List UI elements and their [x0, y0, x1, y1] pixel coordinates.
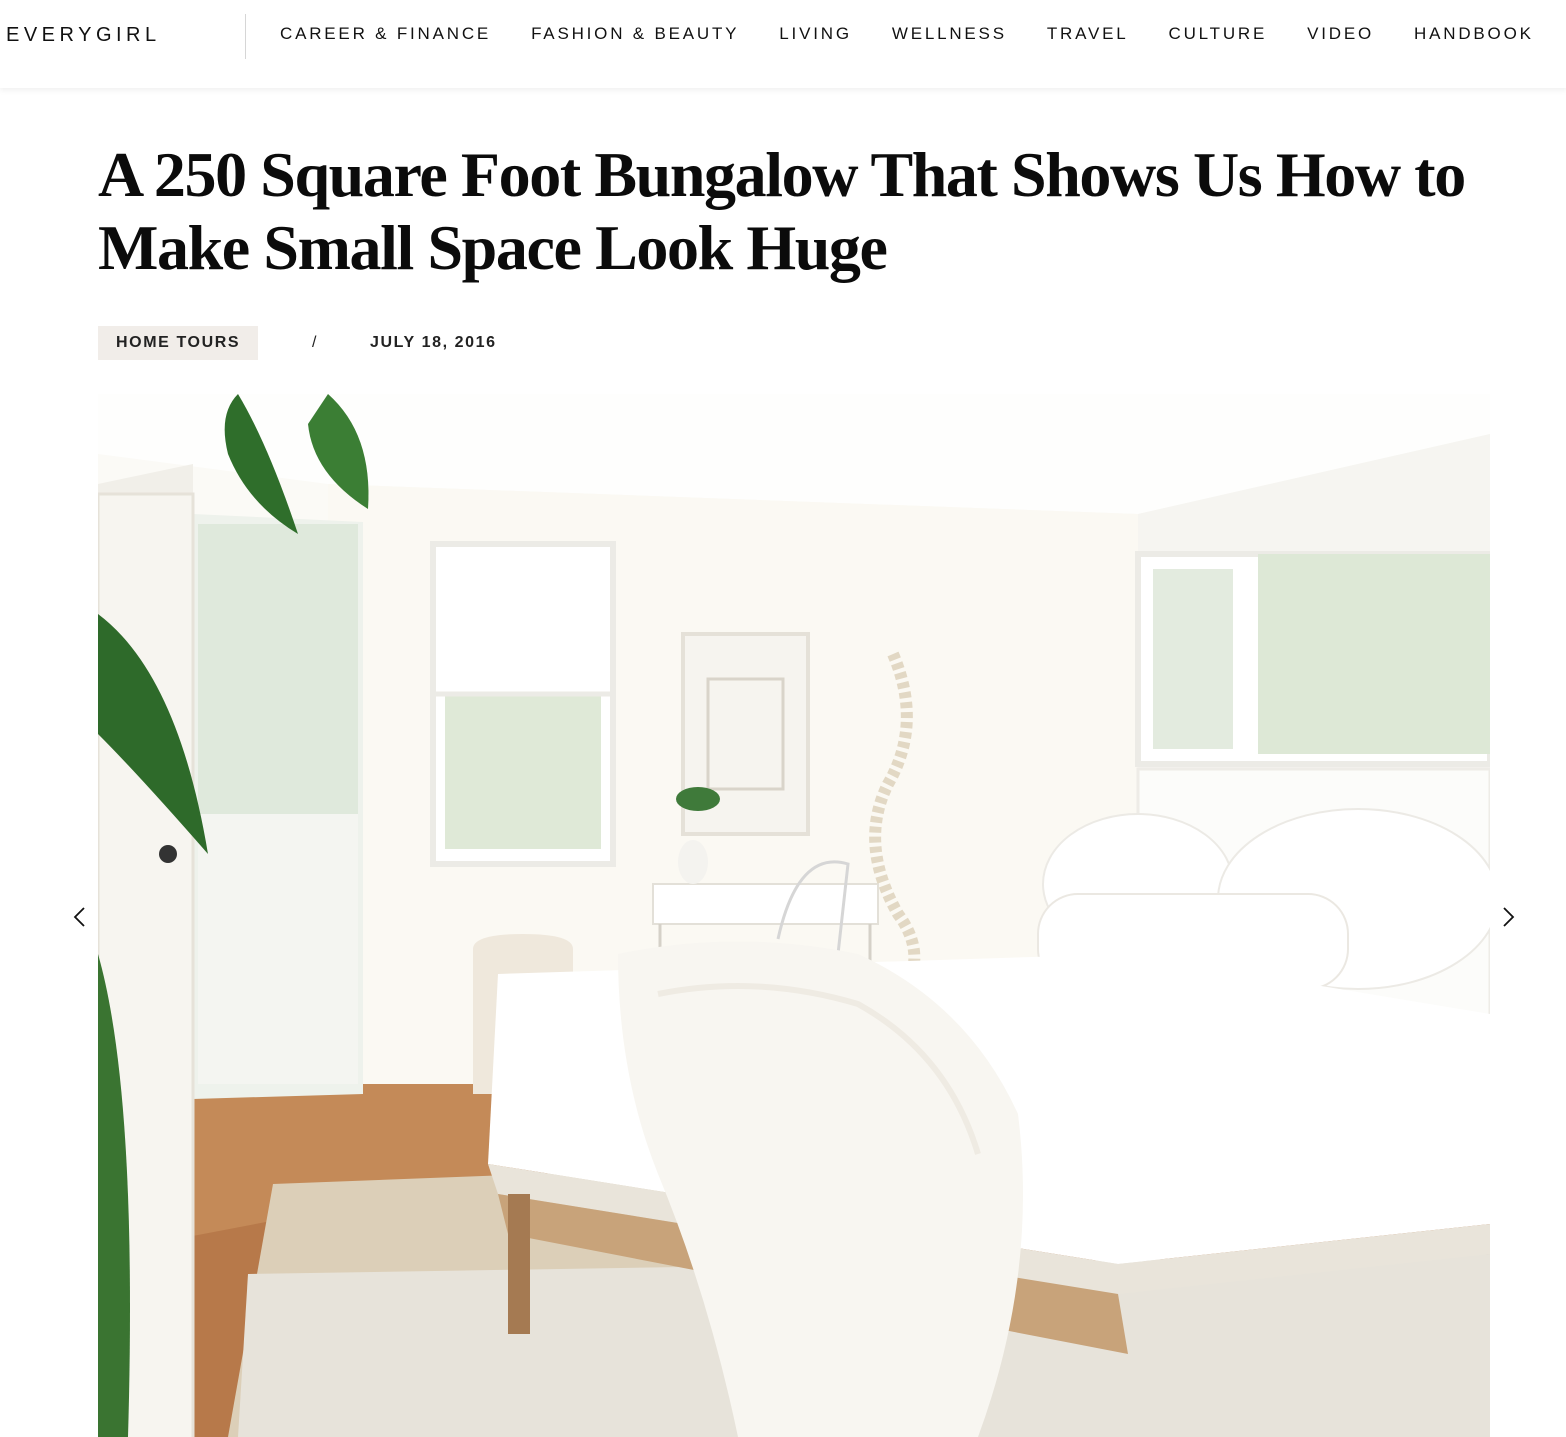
nav-item-fashion-beauty[interactable]: FASHION & BEAUTY: [531, 24, 739, 44]
slideshow-next-button[interactable]: [1494, 900, 1524, 934]
header-divider: [245, 14, 246, 59]
site-logo[interactable]: EVERYGIRL: [6, 24, 161, 47]
nav-item-culture[interactable]: CULTURE: [1169, 24, 1268, 44]
chevron-right-icon: [1503, 907, 1515, 927]
bedroom-photo: [98, 394, 1490, 1437]
main-nav: CAREER & FINANCE FASHION & BEAUTY LIVING WE…: [280, 24, 1566, 44]
publish-date: JULY 18, 2016: [370, 334, 497, 351]
meta-separator: /: [312, 334, 317, 351]
category-tag[interactable]: HOME TOURS: [98, 326, 259, 360]
nav-item-handbook[interactable]: HANDBOOK: [1414, 24, 1534, 44]
site-header: EVERYGIRL CAREER & FINANCE FASHION & BEAU…: [0, 0, 1566, 88]
slideshow-image: [98, 394, 1490, 1437]
nav-item-living[interactable]: LIVING: [779, 24, 852, 44]
nav-item-wellness[interactable]: WELLNESS: [892, 24, 1007, 44]
article-title: A 250 Square Foot Bungalow That Shows Us…: [98, 139, 1466, 283]
nav-item-career-finance[interactable]: CAREER & FINANCE: [280, 24, 491, 44]
chevron-left-icon: [73, 907, 85, 927]
nav-item-video[interactable]: VIDEO: [1307, 24, 1374, 44]
nav-item-travel[interactable]: TRAVEL: [1047, 24, 1129, 44]
slideshow-prev-button[interactable]: [64, 900, 94, 934]
